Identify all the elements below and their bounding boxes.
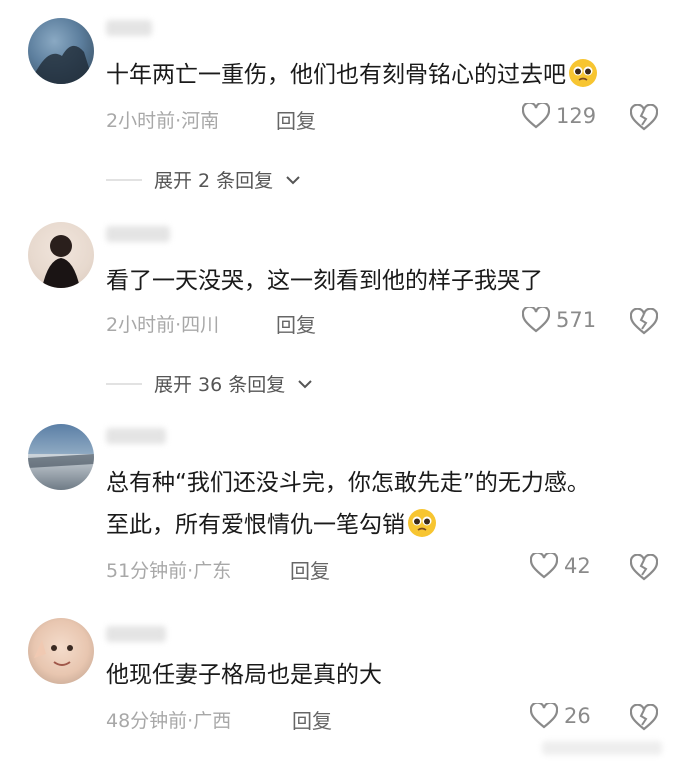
comment-text-line: 看了一天没哭，这一刻看到他的样子我哭了 xyxy=(106,268,543,294)
reply-button[interactable]: 回复 xyxy=(290,555,330,584)
avatar[interactable] xyxy=(28,618,94,684)
username[interactable] xyxy=(106,626,166,642)
comment-meta: 51分钟前·广东 xyxy=(106,560,232,582)
like-button[interactable]: 42 xyxy=(530,553,591,579)
broken-heart-icon[interactable] xyxy=(630,308,658,336)
divider-line xyxy=(106,382,142,385)
broken-heart-icon[interactable] xyxy=(630,104,658,132)
avatar-photo-icon xyxy=(28,45,94,84)
chevron-down-icon xyxy=(286,175,300,184)
comment-meta: 2小时前·四川 xyxy=(106,314,220,336)
comment-text: 他现任妻子格局也是真的大 xyxy=(106,654,650,696)
heart-outline-icon xyxy=(530,703,558,729)
reply-button[interactable]: 回复 xyxy=(276,105,316,134)
expand-replies-label: 展开 36 条回复 xyxy=(154,374,286,396)
avatar-photo-icon xyxy=(42,235,80,288)
comment-text-line: 十年两亡一重伤，他们也有刻骨铭心的过去吧 xyxy=(106,62,566,88)
comment-text-line: 他现任妻子格局也是真的大 xyxy=(106,662,382,688)
username[interactable] xyxy=(106,226,170,242)
comment-text-line: 总有种“我们还没斗完，你怎敢先走”的无力感。 xyxy=(106,470,590,496)
expand-replies-button[interactable]: 展开 36 条回复 xyxy=(106,370,313,397)
like-count: 42 xyxy=(564,554,591,578)
avatar[interactable] xyxy=(28,222,94,288)
username[interactable] xyxy=(106,428,166,444)
avatar-photo-icon xyxy=(28,454,94,468)
comment-text: 十年两亡一重伤，他们也有刻骨铭心的过去吧 xyxy=(106,54,650,96)
like-count: 26 xyxy=(564,704,591,728)
reply-button[interactable]: 回复 xyxy=(276,309,316,338)
comment-text: 看了一天没哭，这一刻看到他的样子我哭了 xyxy=(106,260,650,302)
watermark xyxy=(542,741,662,755)
like-button[interactable]: 129 xyxy=(522,103,596,129)
avatar-photo-icon xyxy=(34,640,73,666)
like-count: 571 xyxy=(556,308,597,332)
divider-line xyxy=(106,178,142,181)
comment-text-line: 至此，所有爱恨情仇一笔勾销 xyxy=(106,512,405,538)
username[interactable] xyxy=(106,20,152,36)
heart-outline-icon xyxy=(522,307,550,333)
heart-outline-icon xyxy=(522,103,550,129)
avatar[interactable] xyxy=(28,424,94,490)
heart-outline-icon xyxy=(530,553,558,579)
pleading-face-emoji xyxy=(408,509,436,537)
expand-replies-button[interactable]: 展开 2 条回复 xyxy=(106,166,301,193)
pleading-face-emoji xyxy=(569,59,597,87)
like-count: 129 xyxy=(556,104,597,128)
chevron-down-icon xyxy=(298,379,312,388)
like-button[interactable]: 26 xyxy=(530,703,591,729)
reply-button[interactable]: 回复 xyxy=(292,705,332,734)
broken-heart-icon[interactable] xyxy=(630,704,658,732)
comment-meta: 2小时前·河南 xyxy=(106,110,220,132)
like-button[interactable]: 571 xyxy=(522,307,596,333)
avatar[interactable] xyxy=(28,18,94,84)
comment-text: 总有种“我们还没斗完，你怎敢先走”的无力感。 至此，所有爱恨情仇一笔勾销 xyxy=(106,462,650,546)
comment-meta: 48分钟前·广西 xyxy=(106,710,232,732)
broken-heart-icon[interactable] xyxy=(630,554,658,582)
expand-replies-label: 展开 2 条回复 xyxy=(154,170,274,192)
